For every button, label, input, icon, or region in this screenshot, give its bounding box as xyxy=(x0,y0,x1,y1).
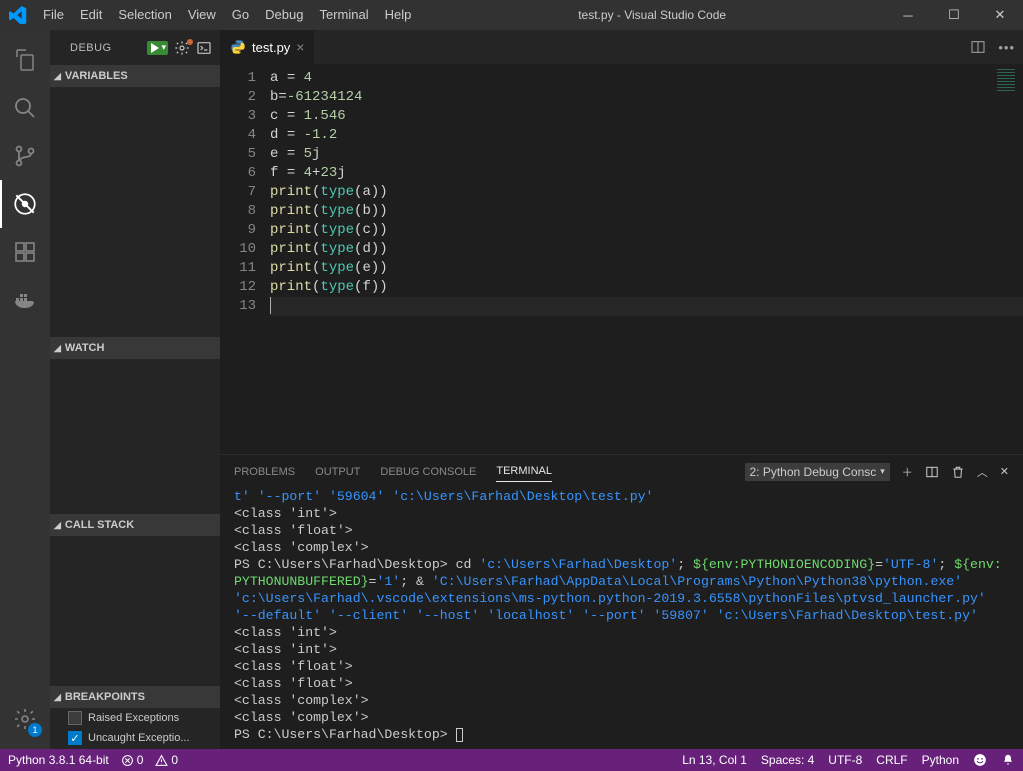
debug-config-gear-icon[interactable] xyxy=(174,40,190,56)
code-editor[interactable]: 12345678910111213 a = 4b=-61234124c = 1.… xyxy=(220,65,1023,454)
python-file-icon xyxy=(230,39,246,55)
menu-selection[interactable]: Selection xyxy=(110,0,179,30)
status-language[interactable]: Python xyxy=(922,753,959,767)
code-line[interactable]: print(type(a)) xyxy=(270,183,1023,202)
docker-icon[interactable] xyxy=(0,276,50,324)
status-line-col[interactable]: Ln 13, Col 1 xyxy=(682,753,747,767)
close-button[interactable]: ✕ xyxy=(977,0,1023,30)
debug-title: DEBUG xyxy=(70,42,112,54)
breakpoint-raised-exceptions[interactable]: Raised Exceptions xyxy=(50,708,220,728)
debug-console-icon[interactable] xyxy=(196,40,212,56)
checkbox-checked-icon[interactable]: ✓ xyxy=(68,731,82,745)
tab-label: test.py xyxy=(252,40,290,55)
menu-view[interactable]: View xyxy=(180,0,224,30)
code-line[interactable]: print(type(f)) xyxy=(270,278,1023,297)
code-line[interactable]: f = 4+23j xyxy=(270,164,1023,183)
search-icon[interactable] xyxy=(0,84,50,132)
minimap[interactable] xyxy=(997,69,1015,91)
split-terminal-icon[interactable] xyxy=(925,465,939,479)
menu-help[interactable]: Help xyxy=(377,0,420,30)
variables-section[interactable]: ◢VARIABLES xyxy=(50,65,220,87)
close-tab-icon[interactable]: × xyxy=(296,39,304,55)
line-number: 13 xyxy=(220,297,256,316)
code-line[interactable]: print(type(d)) xyxy=(270,240,1023,259)
status-bar: Python 3.8.1 64-bit 0 0 Ln 13, Col 1 Spa… xyxy=(0,749,1023,771)
explorer-icon[interactable] xyxy=(0,36,50,84)
line-number: 1 xyxy=(220,69,256,88)
kill-terminal-icon[interactable] xyxy=(951,465,965,479)
menu-file[interactable]: File xyxy=(35,0,72,30)
status-warnings[interactable]: 0 xyxy=(155,753,178,767)
menu-bar: FileEditSelectionViewGoDebugTerminalHelp xyxy=(35,0,419,30)
menu-debug[interactable]: Debug xyxy=(257,0,311,30)
status-eol[interactable]: CRLF xyxy=(876,753,907,767)
line-number: 9 xyxy=(220,221,256,240)
editor-group: test.py × ••• 12345678910111213 a = 4b=-… xyxy=(220,30,1023,749)
menu-edit[interactable]: Edit xyxy=(72,0,110,30)
code-line[interactable]: e = 5j xyxy=(270,145,1023,164)
line-number: 7 xyxy=(220,183,256,202)
status-spaces[interactable]: Spaces: 4 xyxy=(761,753,814,767)
minimize-button[interactable]: ─ xyxy=(885,0,931,30)
line-number: 6 xyxy=(220,164,256,183)
maximize-panel-icon[interactable]: ︿ xyxy=(977,464,988,480)
status-encoding[interactable]: UTF-8 xyxy=(828,753,862,767)
line-number: 11 xyxy=(220,259,256,278)
new-terminal-icon[interactable]: ＋ xyxy=(902,464,913,480)
line-number: 2 xyxy=(220,88,256,107)
debug-icon[interactable] xyxy=(0,180,50,228)
editor-tabs: test.py × ••• xyxy=(220,30,1023,65)
checkbox-unchecked-icon[interactable] xyxy=(68,711,82,725)
status-python-version[interactable]: Python 3.8.1 64-bit xyxy=(8,753,109,767)
code-line[interactable] xyxy=(270,297,1023,316)
tab-terminal[interactable]: TERMINAL xyxy=(496,465,552,482)
source-control-icon[interactable] xyxy=(0,132,50,180)
code-line[interactable]: print(type(b)) xyxy=(270,202,1023,221)
code-line[interactable]: b=-61234124 xyxy=(270,88,1023,107)
tab-test-py[interactable]: test.py × xyxy=(220,30,315,64)
code-line[interactable]: print(type(c)) xyxy=(270,221,1023,240)
breakpoints-section[interactable]: ◢BREAKPOINTS xyxy=(50,686,220,708)
more-actions-icon[interactable]: ••• xyxy=(998,40,1015,55)
title-bar: FileEditSelectionViewGoDebugTerminalHelp… xyxy=(0,0,1023,30)
split-editor-icon[interactable] xyxy=(970,39,986,55)
status-errors[interactable]: 0 xyxy=(121,753,144,767)
line-number: 8 xyxy=(220,202,256,221)
window-title: test.py - Visual Studio Code xyxy=(419,8,885,22)
settings-badge: 1 xyxy=(28,723,42,737)
tab-debug-console[interactable]: DEBUG CONSOLE xyxy=(380,466,476,478)
tab-output[interactable]: OUTPUT xyxy=(315,466,360,478)
extensions-icon[interactable] xyxy=(0,228,50,276)
menu-go[interactable]: Go xyxy=(224,0,257,30)
maximize-button[interactable]: ☐ xyxy=(931,0,977,30)
watch-section[interactable]: ◢WATCH xyxy=(50,337,220,359)
tab-problems[interactable]: PROBLEMS xyxy=(234,466,295,478)
status-bell-icon[interactable] xyxy=(1001,753,1015,767)
menu-terminal[interactable]: Terminal xyxy=(311,0,376,30)
line-number: 12 xyxy=(220,278,256,297)
debug-sidebar: DEBUG ▾ ◢VARIABLES ◢WATCH ◢CALL STACK ◢B… xyxy=(50,30,220,749)
terminal-selector[interactable]: 2: Python Debug Consc▾ xyxy=(745,463,890,481)
breakpoint-uncaught-exceptions[interactable]: ✓ Uncaught Exceptio... xyxy=(50,728,220,748)
callstack-section[interactable]: ◢CALL STACK xyxy=(50,514,220,536)
line-number: 10 xyxy=(220,240,256,259)
line-number: 5 xyxy=(220,145,256,164)
panel: PROBLEMS OUTPUT DEBUG CONSOLE TERMINAL 2… xyxy=(220,454,1023,749)
line-number: 3 xyxy=(220,107,256,126)
line-number: 4 xyxy=(220,126,256,145)
terminal-output[interactable]: t' '--port' '59604' 'c:\Users\Farhad\Des… xyxy=(220,488,1023,749)
code-line[interactable]: c = 1.546 xyxy=(270,107,1023,126)
vscode-logo-icon xyxy=(0,6,35,24)
activity-bar: 1 xyxy=(0,30,50,749)
close-panel-icon[interactable]: ✕ xyxy=(1000,465,1009,478)
status-feedback-icon[interactable] xyxy=(973,753,987,767)
code-line[interactable]: d = -1.2 xyxy=(270,126,1023,145)
start-debug-button[interactable]: ▾ xyxy=(147,41,168,55)
code-line[interactable]: a = 4 xyxy=(270,69,1023,88)
code-line[interactable]: print(type(e)) xyxy=(270,259,1023,278)
settings-gear-icon[interactable]: 1 xyxy=(0,695,50,743)
